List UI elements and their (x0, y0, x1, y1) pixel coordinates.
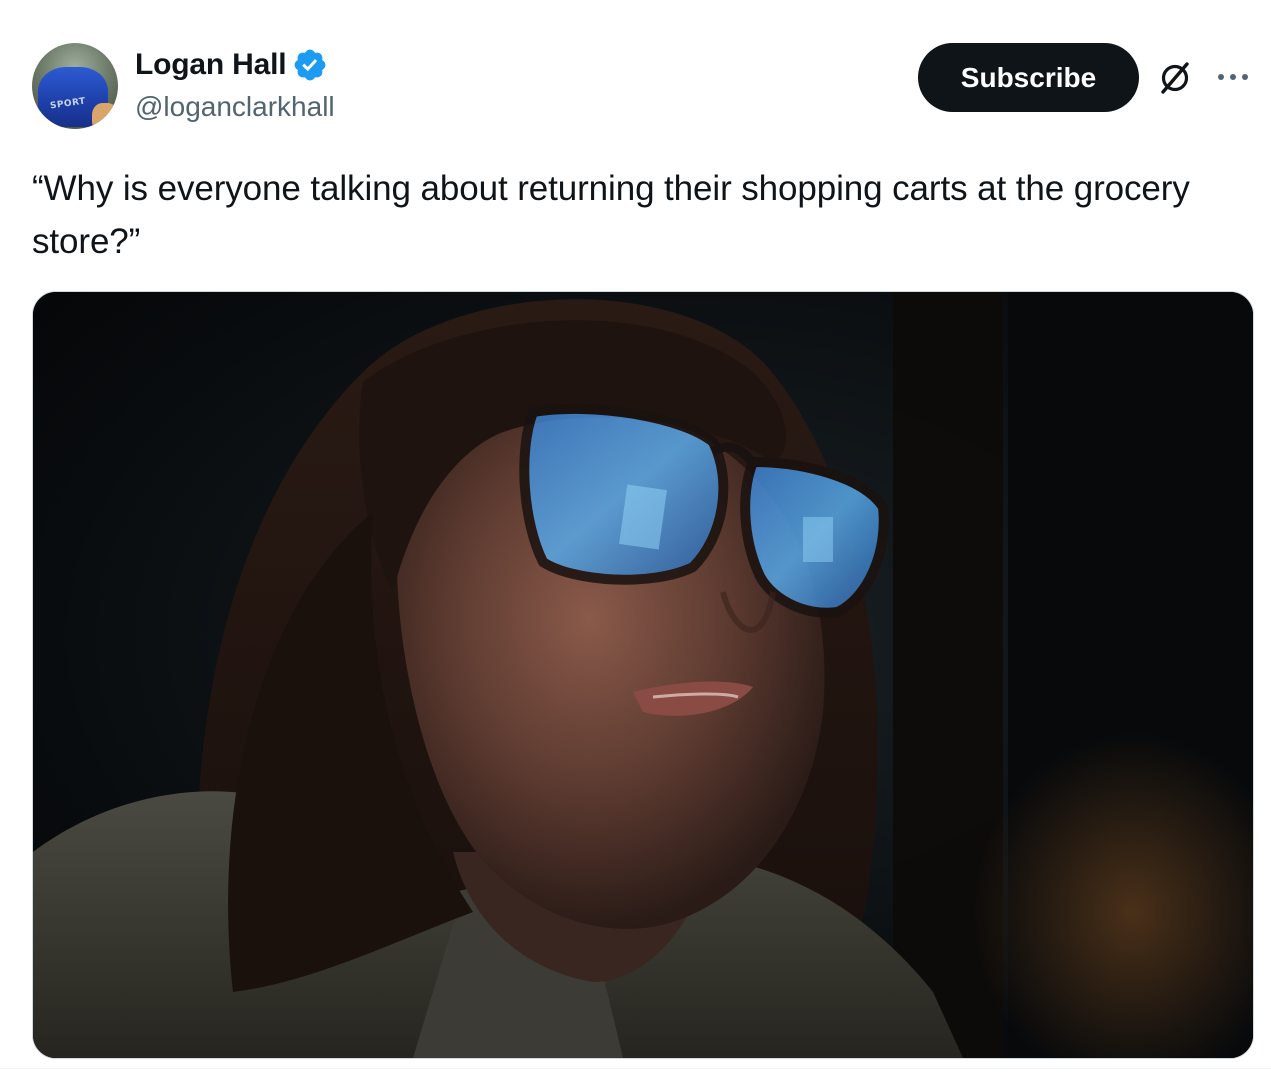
subscribe-button[interactable]: Subscribe (918, 43, 1139, 112)
more-options-icon[interactable] (1213, 62, 1253, 92)
verified-badge-icon[interactable] (292, 47, 328, 83)
grok-icon[interactable] (1155, 58, 1195, 98)
tweet: SPORT Logan Hall @loganclarkhall Subscri… (0, 0, 1271, 1072)
avatar-detail (92, 103, 118, 129)
author-avatar[interactable]: SPORT (32, 43, 118, 129)
tweet-text: “Why is everyone talking about returning… (32, 169, 1190, 261)
author-display-name[interactable]: Logan Hall (135, 48, 287, 82)
author-handle[interactable]: @loganclarkhall (135, 91, 335, 123)
tweet-media-image[interactable] (32, 291, 1254, 1059)
divider (0, 1068, 1271, 1069)
movie-still-illustration (33, 292, 1253, 1058)
author-name-row[interactable]: Logan Hall (135, 47, 328, 83)
